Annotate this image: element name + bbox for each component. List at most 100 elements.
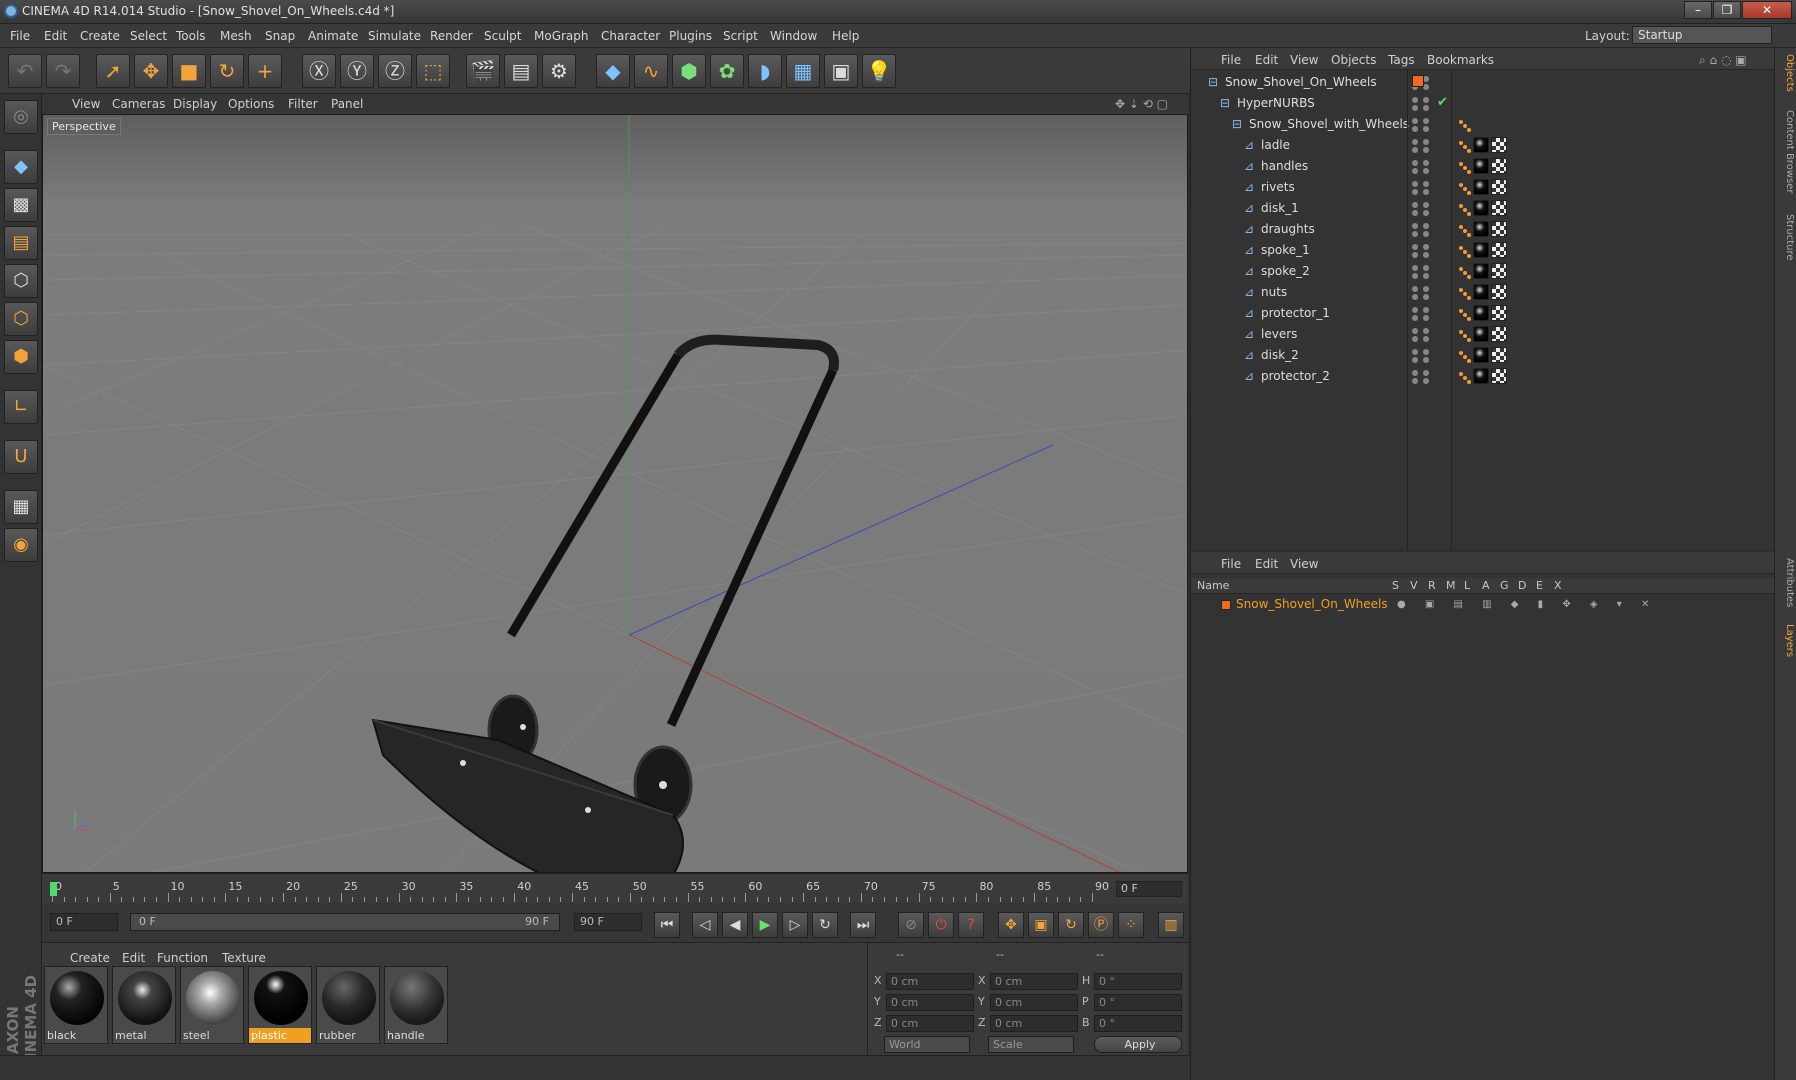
- keyframe-selection-icon[interactable]: ?: [958, 912, 984, 938]
- editor-visibility-dot[interactable]: [1412, 223, 1418, 229]
- object-row[interactable]: ⊿ spoke_1: [1191, 240, 1775, 261]
- position-z-field[interactable]: 0 cm: [886, 1015, 974, 1032]
- editor-visibility-dot[interactable]: [1412, 286, 1418, 292]
- position-x-field[interactable]: 0 cm: [886, 973, 974, 990]
- coordinate-system-icon[interactable]: ⬚: [416, 54, 450, 88]
- menu-create[interactable]: Create: [80, 29, 120, 43]
- object-row[interactable]: ⊿ disk_1: [1191, 198, 1775, 219]
- timeline-ruler[interactable]: 0 5 10 15 20 25 30 35 40 45 50 55 60 65 70 75 80 85 90: [50, 880, 1112, 902]
- object-name[interactable]: Snow_Shovel_with_Wheels: [1249, 117, 1409, 131]
- editor-visibility-dot[interactable]: [1412, 244, 1418, 250]
- key-position-icon[interactable]: ✥: [998, 912, 1024, 938]
- current-frame-field[interactable]: 0 F: [1116, 881, 1182, 897]
- layer-name[interactable]: Snow_Shovel_On_Wheels: [1236, 597, 1388, 611]
- undo-icon[interactable]: ↶: [8, 54, 42, 88]
- editor-visibility-dot[interactable]: [1423, 286, 1429, 292]
- object-name[interactable]: spoke_1: [1261, 243, 1310, 257]
- object-name[interactable]: ladle: [1261, 138, 1290, 152]
- render-visibility-dot[interactable]: [1423, 315, 1429, 321]
- object-name[interactable]: HyperNURBS: [1237, 96, 1315, 110]
- editor-visibility-dot[interactable]: [1412, 160, 1418, 166]
- material-swatch-rubber[interactable]: rubber: [316, 966, 380, 1044]
- material-tag-icon[interactable]: [1473, 179, 1489, 195]
- render-visibility-dot[interactable]: [1412, 252, 1418, 258]
- editor-visibility-dot[interactable]: [1423, 370, 1429, 376]
- layer-toggle-icons[interactable]: ● ▣ ▤ ▥ ◆ ▮ ✥ ◈ ▾ ✕: [1397, 599, 1657, 610]
- side-tab-structure[interactable]: Structure: [1777, 214, 1795, 261]
- texture-tag-icon[interactable]: [1491, 368, 1507, 384]
- render-visibility-dot[interactable]: [1412, 147, 1418, 153]
- render-visibility-dot[interactable]: [1423, 168, 1429, 174]
- frame-range-slider[interactable]: 0 F 90 F: [130, 913, 560, 931]
- record-keys-icon[interactable]: ⊘: [898, 912, 924, 938]
- expand-toggle-icon[interactable]: ⊟: [1231, 118, 1243, 130]
- render-picture-viewer-icon[interactable]: ▤: [504, 54, 538, 88]
- render-visibility-dot[interactable]: [1412, 336, 1418, 342]
- coordinate-mode-select[interactable]: Scale: [988, 1036, 1074, 1053]
- workplane-icon[interactable]: ▤: [4, 226, 38, 260]
- render-visibility-dot[interactable]: [1423, 147, 1429, 153]
- material-swatch-metal[interactable]: metal: [112, 966, 176, 1044]
- expand-toggle-icon[interactable]: ⊟: [1219, 97, 1231, 109]
- menu-file[interactable]: File: [10, 29, 30, 43]
- object-name[interactable]: draughts: [1261, 222, 1315, 236]
- object-row[interactable]: ⊿ disk_2: [1191, 345, 1775, 366]
- viewport-menu-cameras[interactable]: Cameras: [112, 97, 165, 111]
- make-editable-icon[interactable]: ◎: [4, 100, 38, 134]
- start-frame-field[interactable]: 0 F: [50, 913, 118, 931]
- viewport-menu-options[interactable]: Options: [228, 97, 274, 111]
- render-visibility-dot[interactable]: [1423, 231, 1429, 237]
- layer-color-swatch[interactable]: [1412, 75, 1424, 87]
- render-visibility-dot[interactable]: [1423, 252, 1429, 258]
- side-tab-objects[interactable]: Objects: [1777, 54, 1795, 92]
- render-visibility-dot[interactable]: [1412, 273, 1418, 279]
- editor-visibility-dot[interactable]: [1412, 118, 1418, 124]
- render-visibility-dot[interactable]: [1423, 105, 1429, 111]
- object-name[interactable]: nuts: [1261, 285, 1287, 299]
- render-visibility-dot[interactable]: [1412, 357, 1418, 363]
- render-visibility-dot[interactable]: [1423, 357, 1429, 363]
- texture-tag-icon[interactable]: [1491, 137, 1507, 153]
- editor-visibility-dot[interactable]: [1423, 202, 1429, 208]
- object-row[interactable]: ⊿ protector_1: [1191, 303, 1775, 324]
- object-row[interactable]: ⊟ Snow_Shovel_with_Wheels: [1191, 114, 1775, 135]
- menu-snap[interactable]: Snap: [265, 29, 295, 43]
- deformer-icon[interactable]: ◗: [748, 54, 782, 88]
- render-visibility-dot[interactable]: [1423, 294, 1429, 300]
- live-selection-icon[interactable]: ➚: [96, 54, 130, 88]
- add-object-icon[interactable]: +: [248, 54, 282, 88]
- render-visibility-dot[interactable]: [1412, 231, 1418, 237]
- axis-mode-icon[interactable]: ∟: [4, 390, 38, 424]
- menu-select[interactable]: Select: [130, 29, 167, 43]
- coordinate-system-select[interactable]: World: [884, 1036, 970, 1053]
- material-tag-icon[interactable]: [1473, 137, 1489, 153]
- material-tag-icon[interactable]: [1473, 368, 1489, 384]
- objects-menu-objects[interactable]: Objects: [1331, 53, 1376, 67]
- minimize-button[interactable]: –: [1684, 1, 1712, 19]
- editor-visibility-dot[interactable]: [1423, 139, 1429, 145]
- texture-tag-icon[interactable]: [1491, 242, 1507, 258]
- texture-tag-icon[interactable]: [1491, 305, 1507, 321]
- menu-character[interactable]: Character: [601, 29, 660, 43]
- texture-tag-icon[interactable]: [1491, 326, 1507, 342]
- render-visibility-dot[interactable]: [1412, 210, 1418, 216]
- material-tag-icon[interactable]: [1473, 158, 1489, 174]
- position-y-field[interactable]: 0 cm: [886, 994, 974, 1011]
- editor-visibility-dot[interactable]: [1423, 223, 1429, 229]
- object-row[interactable]: ⊿ protector_2: [1191, 366, 1775, 387]
- material-menu-function[interactable]: Function: [157, 951, 208, 965]
- y-axis-icon[interactable]: Ⓨ: [340, 54, 374, 88]
- cube-icon[interactable]: ◆: [596, 54, 630, 88]
- object-row[interactable]: ⊿ draughts: [1191, 219, 1775, 240]
- render-visibility-dot[interactable]: [1412, 126, 1418, 132]
- scale-icon[interactable]: ■: [172, 54, 206, 88]
- previous-frame-icon[interactable]: ◀: [722, 912, 748, 938]
- object-row[interactable]: ⊟ Snow_Shovel_On_Wheels: [1191, 72, 1775, 93]
- restore-button[interactable]: ❐: [1713, 1, 1741, 19]
- soft-selection-icon[interactable]: ◉: [4, 528, 38, 562]
- end-frame-field[interactable]: 90 F: [574, 913, 642, 931]
- z-axis-icon[interactable]: Ⓩ: [378, 54, 412, 88]
- editor-visibility-dot[interactable]: [1423, 349, 1429, 355]
- object-name[interactable]: protector_2: [1261, 369, 1330, 383]
- material-tag-icon[interactable]: [1473, 284, 1489, 300]
